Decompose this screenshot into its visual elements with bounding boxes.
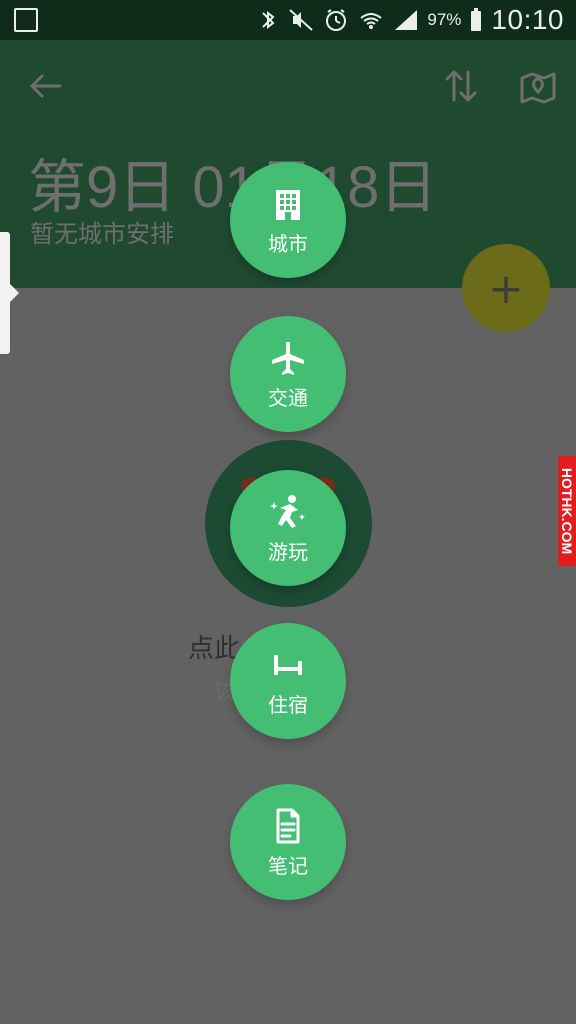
- alarm-icon: [326, 9, 347, 31]
- building-icon: [276, 189, 300, 220]
- menu-transport-label: 交通: [268, 385, 308, 410]
- person-sparkles-icon: [270, 494, 305, 528]
- battery-percent: 97%: [427, 10, 462, 29]
- status-bar: 97% 10:10: [0, 0, 576, 40]
- status-right: 97% 10:10: [257, 0, 564, 40]
- bed-icon: [274, 654, 302, 675]
- plus-icon: +: [488, 263, 524, 313]
- signal-icon: [395, 10, 418, 30]
- watermark-text: HOTHK.COM: [559, 467, 575, 555]
- menu-transport-button[interactable]: 交通: [230, 316, 346, 432]
- wifi-icon: [360, 13, 383, 29]
- menu-city-button[interactable]: 城市: [230, 162, 346, 278]
- menu-notes-button[interactable]: 笔记: [230, 784, 346, 900]
- add-fab-button[interactable]: +: [462, 244, 550, 332]
- watermark: HOTHK.COM: [558, 456, 576, 566]
- clock: 10:10: [491, 4, 564, 35]
- menu-city-label: 城市: [268, 231, 308, 256]
- menu-notes-label: 笔记: [268, 853, 308, 878]
- menu-stay-label: 住宿: [268, 692, 308, 717]
- sort-icon[interactable]: [444, 64, 478, 108]
- page-subtitle: 暂无城市安排: [30, 220, 174, 248]
- battery-icon: [471, 8, 482, 31]
- bluetooth-icon: [262, 10, 275, 30]
- menu-play-label: 游玩: [268, 539, 308, 564]
- image-icon: [14, 8, 38, 32]
- map-icon[interactable]: [516, 64, 560, 108]
- airplane-icon: [272, 341, 304, 375]
- mute-icon: [289, 9, 314, 31]
- document-icon: [276, 808, 300, 843]
- side-drawer-handle[interactable]: [0, 232, 19, 354]
- menu-play-button[interactable]: 游玩: [230, 470, 346, 586]
- back-arrow-icon[interactable]: [26, 70, 66, 102]
- menu-stay-button[interactable]: 住宿: [230, 623, 346, 739]
